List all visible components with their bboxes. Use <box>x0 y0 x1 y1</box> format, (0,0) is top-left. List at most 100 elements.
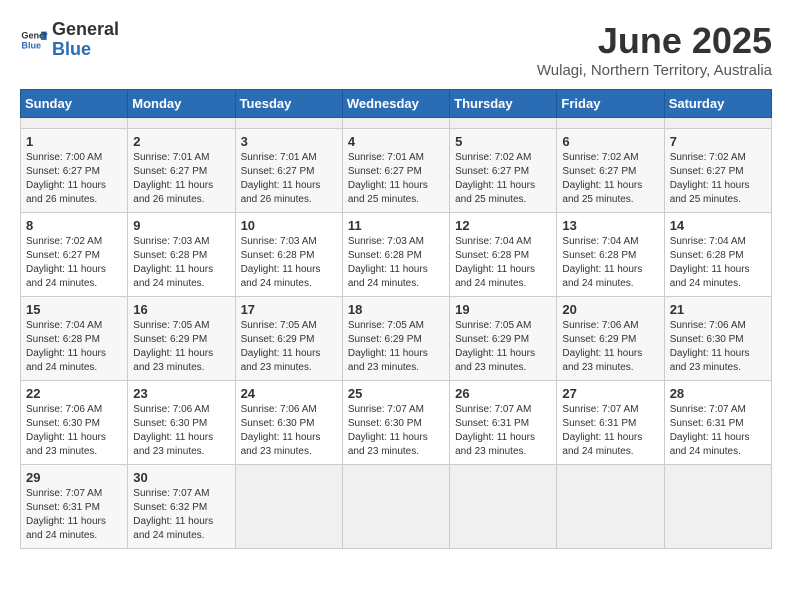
day-info: Sunrise: 7:01 AMSunset: 6:27 PMDaylight:… <box>133 151 229 207</box>
day-info: Sunrise: 7:02 AMSunset: 6:27 PMDaylight:… <box>670 151 766 207</box>
day-number: 1 <box>26 134 122 149</box>
day-of-week-header: Thursday <box>450 90 557 118</box>
day-info: Sunrise: 7:03 AMSunset: 6:28 PMDaylight:… <box>133 235 229 291</box>
calendar-cell <box>342 465 449 549</box>
day-info: Sunrise: 7:05 AMSunset: 6:29 PMDaylight:… <box>348 319 444 375</box>
day-info: Sunrise: 7:02 AMSunset: 6:27 PMDaylight:… <box>26 235 122 291</box>
day-number: 13 <box>562 218 658 233</box>
day-number: 26 <box>455 386 551 401</box>
day-of-week-header: Sunday <box>21 90 128 118</box>
day-info: Sunrise: 7:01 AMSunset: 6:27 PMDaylight:… <box>348 151 444 207</box>
day-info: Sunrise: 7:04 AMSunset: 6:28 PMDaylight:… <box>455 235 551 291</box>
day-number: 15 <box>26 302 122 317</box>
calendar-cell: 12 Sunrise: 7:04 AMSunset: 6:28 PMDayligh… <box>450 213 557 297</box>
calendar-header-row: SundayMondayTuesdayWednesdayThursdayFrid… <box>21 90 772 118</box>
day-info: Sunrise: 7:07 AMSunset: 6:31 PMDaylight:… <box>455 403 551 459</box>
calendar-cell <box>450 465 557 549</box>
day-number: 19 <box>455 302 551 317</box>
day-number: 10 <box>241 218 337 233</box>
calendar-cell <box>128 118 235 129</box>
location-title: Wulagi, Northern Territory, Australia <box>537 62 772 79</box>
calendar-cell: 20Sunrise: 7:06 AMSunset: 6:29 PMDayligh… <box>557 297 664 381</box>
day-info: Sunrise: 7:06 AMSunset: 6:30 PMDaylight:… <box>241 403 337 459</box>
day-info: Sunrise: 7:05 AMSunset: 6:29 PMDaylight:… <box>241 319 337 375</box>
calendar-cell <box>557 465 664 549</box>
day-info: Sunrise: 7:07 AMSunset: 6:31 PMDaylight:… <box>562 403 658 459</box>
calendar-cell: 17 Sunrise: 7:05 AMSunset: 6:29 PMDayligh… <box>235 297 342 381</box>
calendar-cell: 10 Sunrise: 7:03 AMSunset: 6:28 PMDayligh… <box>235 213 342 297</box>
calendar-table: SundayMondayTuesdayWednesdayThursdayFrid… <box>20 89 772 549</box>
day-info: Sunrise: 7:06 AMSunset: 6:30 PMDaylight:… <box>670 319 766 375</box>
calendar-cell: 18Sunrise: 7:05 AMSunset: 6:29 PMDayligh… <box>342 297 449 381</box>
day-number: 25 <box>348 386 444 401</box>
calendar-cell: 1 Sunrise: 7:00 AMSunset: 6:27 PMDaylight… <box>21 129 128 213</box>
day-number: 8 <box>26 218 122 233</box>
calendar-cell: 11 Sunrise: 7:03 AMSunset: 6:28 PMDayligh… <box>342 213 449 297</box>
logo-general-text: General <box>52 19 119 39</box>
calendar-cell: 26 Sunrise: 7:07 AMSunset: 6:31 PMDayligh… <box>450 381 557 465</box>
day-number: 17 <box>241 302 337 317</box>
calendar-cell: 5Sunrise: 7:02 AMSunset: 6:27 PMDaylight… <box>450 129 557 213</box>
day-info: Sunrise: 7:07 AMSunset: 6:30 PMDaylight:… <box>348 403 444 459</box>
calendar-cell <box>664 465 771 549</box>
page-header: General Blue General Blue June 2025 Wula… <box>20 20 772 79</box>
calendar-cell: 15Sunrise: 7:04 AMSunset: 6:28 PMDayligh… <box>21 297 128 381</box>
day-info: Sunrise: 7:05 AMSunset: 6:29 PMDaylight:… <box>133 319 229 375</box>
calendar-cell: 16 Sunrise: 7:05 AMSunset: 6:29 PMDayligh… <box>128 297 235 381</box>
title-area: June 2025 Wulagi, Northern Territory, Au… <box>537 20 772 79</box>
calendar-cell: 24 Sunrise: 7:06 AMSunset: 6:30 PMDayligh… <box>235 381 342 465</box>
day-info: Sunrise: 7:03 AMSunset: 6:28 PMDaylight:… <box>348 235 444 291</box>
day-info: Sunrise: 7:04 AMSunset: 6:28 PMDaylight:… <box>562 235 658 291</box>
logo: General Blue General Blue <box>20 20 119 60</box>
calendar-week-row: 29 Sunrise: 7:07 AMSunset: 6:31 PMDayligh… <box>21 465 772 549</box>
day-info: Sunrise: 7:03 AMSunset: 6:28 PMDaylight:… <box>241 235 337 291</box>
calendar-cell: 6Sunrise: 7:02 AMSunset: 6:27 PMDaylight… <box>557 129 664 213</box>
calendar-cell: 7Sunrise: 7:02 AMSunset: 6:27 PMDaylight… <box>664 129 771 213</box>
day-number: 5 <box>455 134 551 149</box>
calendar-week-row: 15Sunrise: 7:04 AMSunset: 6:28 PMDayligh… <box>21 297 772 381</box>
logo-blue-text: Blue <box>52 39 91 59</box>
calendar-cell: 28Sunrise: 7:07 AMSunset: 6:31 PMDayligh… <box>664 381 771 465</box>
calendar-cell: 29 Sunrise: 7:07 AMSunset: 6:31 PMDayligh… <box>21 465 128 549</box>
calendar-cell: 3 Sunrise: 7:01 AMSunset: 6:27 PMDaylight… <box>235 129 342 213</box>
day-number: 22 <box>26 386 122 401</box>
day-info: Sunrise: 7:00 AMSunset: 6:27 PMDaylight:… <box>26 151 122 207</box>
day-info: Sunrise: 7:04 AMSunset: 6:28 PMDaylight:… <box>670 235 766 291</box>
calendar-cell <box>235 465 342 549</box>
calendar-cell: 30Sunrise: 7:07 AMSunset: 6:32 PMDayligh… <box>128 465 235 549</box>
day-number: 21 <box>670 302 766 317</box>
day-number: 27 <box>562 386 658 401</box>
calendar-cell <box>235 118 342 129</box>
calendar-week-row: 8 Sunrise: 7:02 AMSunset: 6:27 PMDaylight… <box>21 213 772 297</box>
day-number: 3 <box>241 134 337 149</box>
calendar-cell: 19Sunrise: 7:05 AMSunset: 6:29 PMDayligh… <box>450 297 557 381</box>
day-number: 20 <box>562 302 658 317</box>
calendar-cell <box>664 118 771 129</box>
day-number: 29 <box>26 470 122 485</box>
calendar-cell: 13 Sunrise: 7:04 AMSunset: 6:28 PMDayligh… <box>557 213 664 297</box>
day-number: 16 <box>133 302 229 317</box>
day-of-week-header: Wednesday <box>342 90 449 118</box>
calendar-cell: 8 Sunrise: 7:02 AMSunset: 6:27 PMDaylight… <box>21 213 128 297</box>
calendar-cell: 22 Sunrise: 7:06 AMSunset: 6:30 PMDayligh… <box>21 381 128 465</box>
day-of-week-header: Saturday <box>664 90 771 118</box>
logo-icon: General Blue <box>20 26 48 54</box>
day-info: Sunrise: 7:06 AMSunset: 6:30 PMDaylight:… <box>26 403 122 459</box>
calendar-cell <box>21 118 128 129</box>
day-number: 12 <box>455 218 551 233</box>
calendar-cell: 27 Sunrise: 7:07 AMSunset: 6:31 PMDayligh… <box>557 381 664 465</box>
day-info: Sunrise: 7:02 AMSunset: 6:27 PMDaylight:… <box>562 151 658 207</box>
day-info: Sunrise: 7:06 AMSunset: 6:30 PMDaylight:… <box>133 403 229 459</box>
calendar-week-row <box>21 118 772 129</box>
day-number: 11 <box>348 218 444 233</box>
day-number: 9 <box>133 218 229 233</box>
calendar-cell: 4 Sunrise: 7:01 AMSunset: 6:27 PMDaylight… <box>342 129 449 213</box>
day-info: Sunrise: 7:07 AMSunset: 6:31 PMDaylight:… <box>26 487 122 543</box>
calendar-cell <box>557 118 664 129</box>
day-info: Sunrise: 7:01 AMSunset: 6:27 PMDaylight:… <box>241 151 337 207</box>
day-number: 24 <box>241 386 337 401</box>
day-number: 14 <box>670 218 766 233</box>
day-number: 4 <box>348 134 444 149</box>
svg-text:Blue: Blue <box>21 40 41 50</box>
calendar-cell: 23Sunrise: 7:06 AMSunset: 6:30 PMDayligh… <box>128 381 235 465</box>
